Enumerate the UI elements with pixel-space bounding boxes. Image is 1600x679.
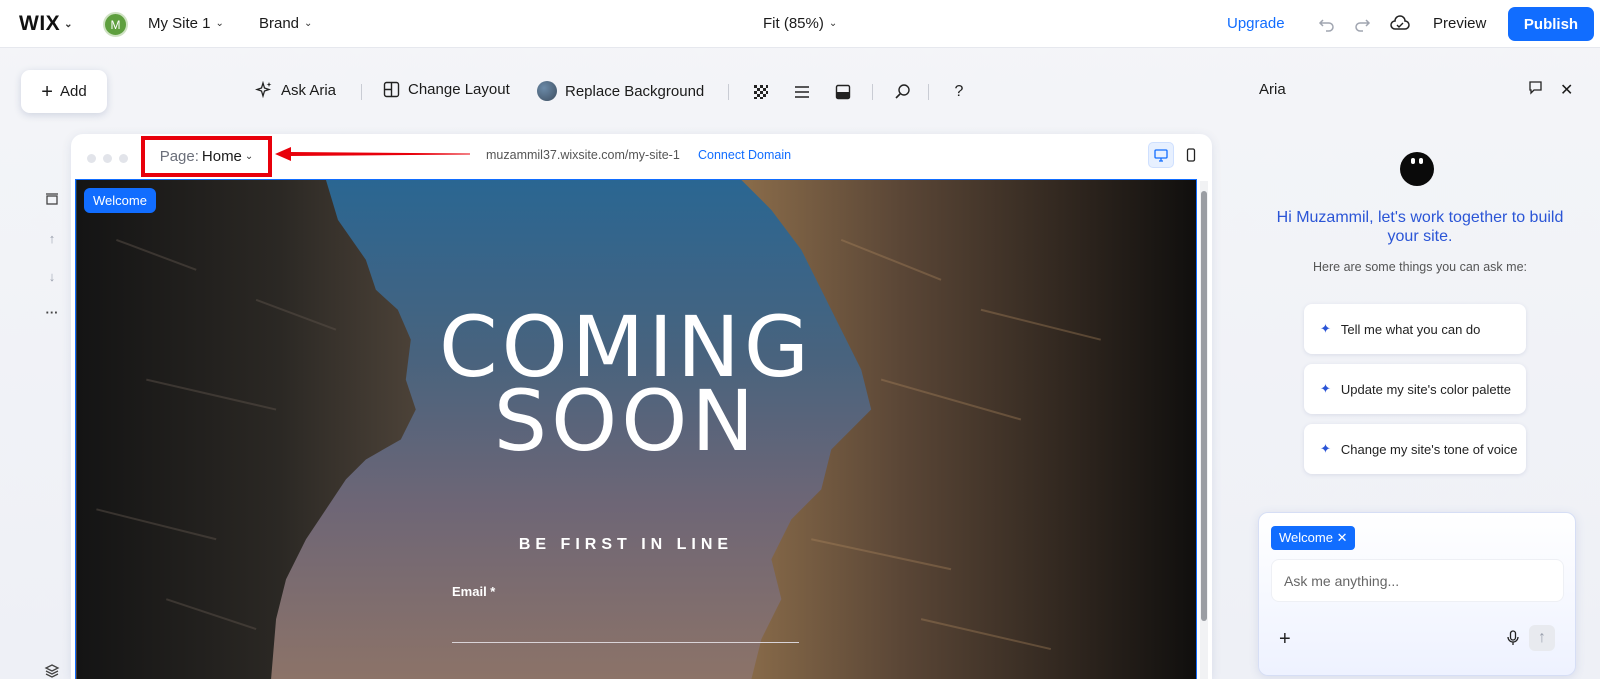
subheadline[interactable]: BE FIRST IN LINE <box>76 536 1176 554</box>
aria-greeting: Hi Muzammil, let's work together to buil… <box>1276 209 1564 245</box>
brand-menu[interactable]: Brand ⌄ <box>259 15 312 32</box>
move-down-icon[interactable]: ↓ <box>42 269 62 284</box>
attach-plus-icon[interactable]: + <box>1279 628 1291 651</box>
email-field[interactable] <box>452 642 799 643</box>
background-swatch-icon <box>537 81 557 101</box>
more-options-icon[interactable]: ··· <box>42 305 62 320</box>
page-selector[interactable]: Page: Home ⌄ <box>141 136 272 177</box>
brand-label: Brand <box>259 15 300 32</box>
suggestion-label: Update my site's color palette <box>1340 381 1512 397</box>
site-canvas[interactable]: Welcome COMING SOON BE FIRST IN LINE Ema… <box>75 179 1197 679</box>
replace-background-button[interactable]: Replace Background <box>537 81 704 101</box>
site-url: muzammil37.wixsite.com/my-site-1 <box>486 148 680 162</box>
ask-aria-button[interactable]: Ask Aria <box>255 81 336 99</box>
email-label: Email * <box>452 584 496 599</box>
annotation-arrow <box>275 147 470 161</box>
layout-icon <box>383 81 400 98</box>
sparkle-icon <box>255 81 272 99</box>
chevron-down-icon: ⌄ <box>244 151 254 162</box>
site-switcher[interactable]: My Site 1 ⌄ <box>148 15 224 32</box>
chevron-down-icon: ⌄ <box>215 18 224 29</box>
help-icon[interactable]: ? <box>948 81 970 103</box>
close-icon[interactable]: ✕ <box>1560 80 1573 100</box>
feedback-icon[interactable] <box>1528 80 1543 100</box>
window-dots <box>87 154 128 163</box>
close-icon[interactable]: ✕ <box>1337 530 1348 545</box>
aria-input[interactable]: Ask me anything... <box>1271 559 1564 602</box>
ask-aria-label: Ask Aria <box>281 81 337 99</box>
publish-button[interactable]: Publish <box>1508 7 1594 41</box>
zoom-menu[interactable]: Fit (85%) ⌄ <box>763 15 837 32</box>
chevron-down-icon: ⌄ <box>64 18 74 30</box>
redo-icon[interactable] <box>1352 14 1372 34</box>
magic-search-icon[interactable] <box>892 81 914 103</box>
preview-button[interactable]: Preview <box>1433 15 1486 32</box>
aria-chat-box: Welcome ✕ Ask me anything... + ↑ <box>1258 512 1576 676</box>
sparkle-icon: ✦ <box>1320 321 1331 336</box>
section-background-icon[interactable] <box>832 81 854 103</box>
chevron-down-icon: ⌄ <box>304 18 313 29</box>
page-prefix: Page: <box>159 148 199 165</box>
aria-avatar-icon <box>1400 152 1434 186</box>
avatar[interactable]: M <box>103 12 128 37</box>
toolbar-divider <box>872 84 873 100</box>
wix-logo[interactable]: WIX ⌄ <box>19 12 73 36</box>
add-label: Add <box>59 83 87 100</box>
desktop-icon[interactable] <box>1148 142 1174 168</box>
sparkle-icon: ✦ <box>1320 441 1331 456</box>
top-bar: WIX ⌄ M My Site 1 ⌄ Brand ⌄ Fit (85%) ⌄ Upgr… <box>0 0 1600 48</box>
page-name: Home <box>201 148 242 165</box>
change-layout-button[interactable]: Change Layout <box>383 81 510 98</box>
suggestion-chip[interactable]: ✦ Update my site's color palette <box>1304 364 1526 414</box>
aria-panel-title: Aria <box>1259 81 1286 98</box>
sparkle-icon: ✦ <box>1320 381 1331 396</box>
device-switcher <box>1148 142 1204 168</box>
canvas-scrollbar[interactable] <box>1200 181 1208 679</box>
suggestion-chip[interactable]: ✦ Change my site's tone of voice <box>1304 424 1526 474</box>
aria-hint: Here are some things you can ask me: <box>1313 260 1527 274</box>
scrollbar-thumb[interactable] <box>1201 191 1207 621</box>
upgrade-link[interactable]: Upgrade <box>1227 15 1285 32</box>
section-tag[interactable]: Welcome <box>84 188 156 213</box>
context-tag[interactable]: Welcome ✕ <box>1271 526 1356 550</box>
change-layout-label: Change Layout <box>408 81 510 98</box>
section-icon[interactable] <box>42 193 62 210</box>
undo-icon[interactable] <box>1317 14 1337 34</box>
suggestion-label: Change my site's tone of voice <box>1340 441 1518 457</box>
microphone-icon[interactable] <box>1507 630 1519 651</box>
connect-domain-link[interactable]: Connect Domain <box>698 148 791 162</box>
cloud-save-icon[interactable] <box>1390 14 1410 34</box>
context-tag-label: Welcome <box>1279 530 1333 545</box>
pattern-icon[interactable] <box>750 81 772 103</box>
chevron-down-icon: ⌄ <box>828 18 838 29</box>
layers-icon[interactable] <box>42 663 62 679</box>
toolbar-divider <box>728 84 729 100</box>
suggestion-chip[interactable]: ✦ Tell me what you can do <box>1304 304 1526 354</box>
send-arrow-icon[interactable]: ↑ <box>1529 625 1555 651</box>
toolbar-divider <box>361 84 362 100</box>
logo-text: WIX <box>19 12 61 35</box>
site-frame: Page: Home ⌄ muzammil37.wixsite.com/my-s… <box>71 134 1212 679</box>
align-menu-icon[interactable] <box>791 81 813 103</box>
move-up-icon[interactable]: ↑ <box>42 231 62 246</box>
toolbar-divider <box>928 84 929 100</box>
add-button[interactable]: + Add <box>21 70 107 113</box>
zoom-label: Fit (85%) <box>763 15 824 32</box>
plus-icon: + <box>41 80 53 103</box>
site-name: My Site 1 <box>148 15 211 32</box>
headline-line-2[interactable]: SOON <box>76 372 1176 470</box>
replace-background-label: Replace Background <box>565 82 705 100</box>
mobile-icon[interactable] <box>1178 142 1204 168</box>
suggestion-label: Tell me what you can do <box>1340 321 1481 337</box>
